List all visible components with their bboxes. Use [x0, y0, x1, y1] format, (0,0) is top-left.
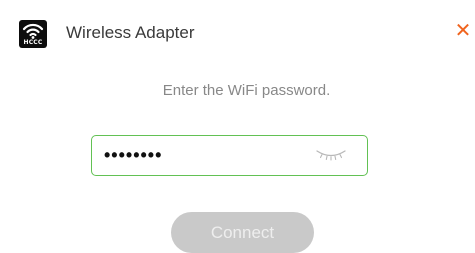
password-field[interactable]: •••••••• [91, 135, 368, 176]
connect-button[interactable]: Connect [171, 212, 314, 253]
password-prompt: Enter the WiFi password. [162, 82, 331, 99]
app-icon-brand: HCCC [23, 39, 43, 46]
eye-closed-icon[interactable] [314, 148, 348, 162]
close-icon[interactable]: ✕ [453, 21, 473, 41]
dialog-header: HCCC Wireless Adapter ✕ [0, 0, 475, 62]
wifi-adapter-icon: HCCC [19, 20, 47, 48]
wireless-adapter-dialog: HCCC Wireless Adapter ✕ Enter the WiFi p… [0, 0, 475, 253]
dialog-title: Wireless Adapter [66, 23, 195, 42]
password-value[interactable]: •••••••• [104, 145, 162, 165]
